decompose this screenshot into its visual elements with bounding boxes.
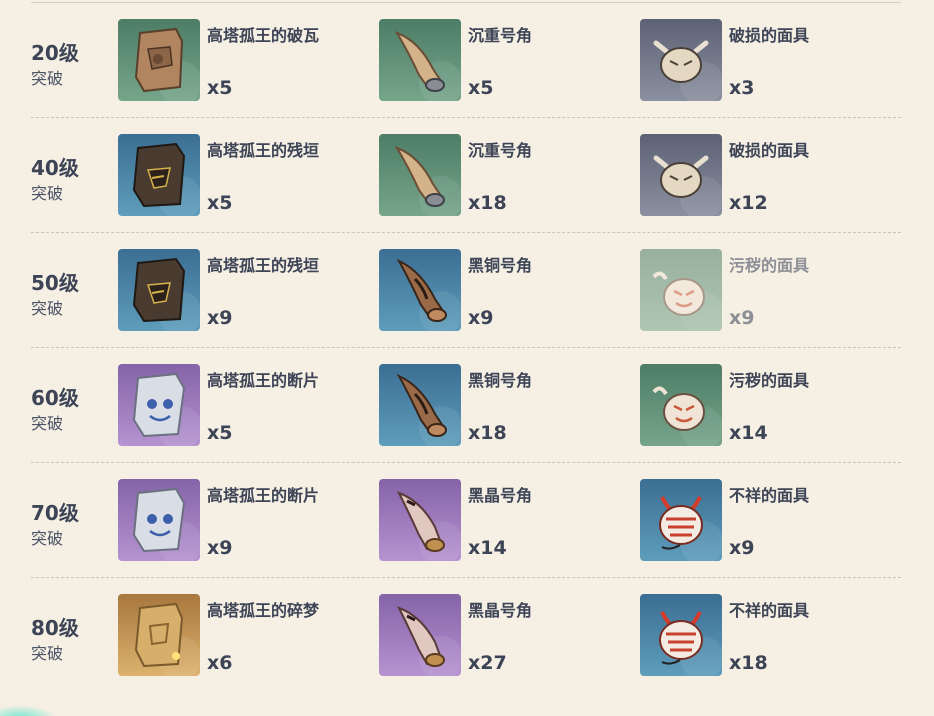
material-name: 高塔孤王的碎梦 (207, 601, 320, 620)
material-item[interactable]: 高塔孤王的断片 x9 (118, 479, 358, 563)
ascension-row-80: 80级 突破 高塔孤王的碎梦 x6 黑晶号角 x27 不祥的面具 x18 (31, 578, 901, 693)
level-subtitle: 突破 (31, 69, 64, 88)
material-item[interactable]: 破损的面具 x3 (640, 19, 880, 103)
material-item[interactable]: 沉重号角 x5 (379, 19, 619, 103)
ominous-mask-icon (640, 479, 722, 561)
material-quantity: x9 (729, 307, 755, 329)
level-number: 80级 (31, 616, 79, 640)
material-item[interactable]: 污秽的面具 x14 (640, 364, 880, 448)
material-item[interactable]: 破损的面具 x12 (640, 134, 880, 218)
material-name: 破损的面具 (729, 26, 810, 45)
material-quantity: x12 (729, 192, 768, 214)
level-number: 60级 (31, 386, 79, 410)
material-item[interactable]: 黑晶号角 x14 (379, 479, 619, 563)
material-name: 不祥的面具 (729, 486, 810, 505)
level-number: 40级 (31, 156, 79, 180)
material-quantity: x6 (207, 652, 233, 674)
material-quantity: x9 (207, 537, 233, 559)
material-name: 黑晶号角 (468, 486, 533, 505)
black-crystal-horn-icon (379, 479, 461, 561)
material-quantity: x5 (207, 422, 233, 444)
ominous-mask-icon (640, 594, 722, 676)
material-quantity: x27 (468, 652, 507, 674)
material-quantity: x18 (468, 422, 507, 444)
material-name: 高塔孤王的残垣 (207, 256, 320, 275)
material-item[interactable]: 不祥的面具 x9 (640, 479, 880, 563)
material-quantity: x9 (729, 537, 755, 559)
fragment-icon (118, 364, 200, 446)
material-item[interactable]: 高塔孤王的破瓦 x5 (118, 19, 358, 103)
shattered-dream-icon (118, 594, 200, 676)
material-name: 污秽的面具 (729, 371, 810, 390)
level-number: 70级 (31, 501, 79, 525)
material-item[interactable]: 高塔孤王的断片 x5 (118, 364, 358, 448)
ascension-row-70: 70级 突破 高塔孤王的断片 x9 黑晶号角 x14 不祥的面具 x9 (31, 463, 901, 578)
ascension-row-60: 60级 突破 高塔孤王的断片 x5 黑铜号角 x18 污秽的面具 x14 (31, 348, 901, 463)
level-number: 20级 (31, 41, 79, 65)
level-subtitle: 突破 (31, 299, 64, 318)
material-quantity: x3 (729, 77, 755, 99)
material-name: 高塔孤王的断片 (207, 486, 320, 505)
material-item[interactable]: 黑铜号角 x9 (379, 249, 619, 333)
ascension-materials-page: 20级 突破 高塔孤王的破瓦 x5 沉重号角 x5 破损的面具 x3 40级 突… (0, 0, 934, 716)
material-item[interactable]: 沉重号角 x18 (379, 134, 619, 218)
material-quantity: x14 (729, 422, 768, 444)
material-name: 污秽的面具 (729, 256, 810, 275)
material-quantity: x14 (468, 537, 507, 559)
material-quantity: x5 (207, 77, 233, 99)
material-item[interactable]: 高塔孤王的残垣 x9 (118, 249, 358, 333)
ruined-wall-icon (118, 134, 200, 216)
material-name: 高塔孤王的残垣 (207, 141, 320, 160)
material-item[interactable]: 高塔孤王的碎梦 x6 (118, 594, 358, 678)
ascension-row-50: 50级 突破 高塔孤王的残垣 x9 黑铜号角 x9 污秽的面具 x9 (31, 233, 901, 348)
material-item[interactable]: 污秽的面具 x9 (640, 249, 880, 333)
material-item[interactable]: 黑铜号角 x18 (379, 364, 619, 448)
stained-mask-icon (640, 364, 722, 446)
material-name: 沉重号角 (468, 141, 533, 160)
fragment-icon (118, 479, 200, 561)
material-item[interactable]: 不祥的面具 x18 (640, 594, 880, 678)
corner-glow (0, 704, 60, 716)
horn-icon (379, 134, 461, 216)
level-subtitle: 突破 (31, 529, 64, 548)
ruined-wall-icon (118, 249, 200, 331)
stained-mask-icon (640, 249, 722, 331)
material-name: 黑晶号角 (468, 601, 533, 620)
material-name: 高塔孤王的断片 (207, 371, 320, 390)
black-bronze-horn-icon (379, 249, 461, 331)
material-name: 黑铜号角 (468, 256, 533, 275)
material-quantity: x18 (729, 652, 768, 674)
material-name: 高塔孤王的破瓦 (207, 26, 320, 45)
material-quantity: x5 (207, 192, 233, 214)
material-name: 不祥的面具 (729, 601, 810, 620)
broken-tile-icon (118, 19, 200, 101)
ascension-row-40: 40级 突破 高塔孤王的残垣 x5 沉重号角 x18 破损的面具 x12 (31, 118, 901, 233)
black-crystal-horn-icon (379, 594, 461, 676)
material-quantity: x5 (468, 77, 494, 99)
damaged-mask-icon (640, 19, 722, 101)
material-name: 黑铜号角 (468, 371, 533, 390)
level-number: 50级 (31, 271, 79, 295)
material-quantity: x9 (468, 307, 494, 329)
material-quantity: x9 (207, 307, 233, 329)
damaged-mask-icon (640, 134, 722, 216)
ascension-row-20: 20级 突破 高塔孤王的破瓦 x5 沉重号角 x5 破损的面具 x3 (31, 3, 901, 118)
black-bronze-horn-icon (379, 364, 461, 446)
horn-icon (379, 19, 461, 101)
material-name: 沉重号角 (468, 26, 533, 45)
level-subtitle: 突破 (31, 414, 64, 433)
level-subtitle: 突破 (31, 184, 64, 203)
material-item[interactable]: 高塔孤王的残垣 x5 (118, 134, 358, 218)
material-name: 破损的面具 (729, 141, 810, 160)
material-quantity: x18 (468, 192, 507, 214)
level-subtitle: 突破 (31, 644, 64, 663)
material-item[interactable]: 黑晶号角 x27 (379, 594, 619, 678)
